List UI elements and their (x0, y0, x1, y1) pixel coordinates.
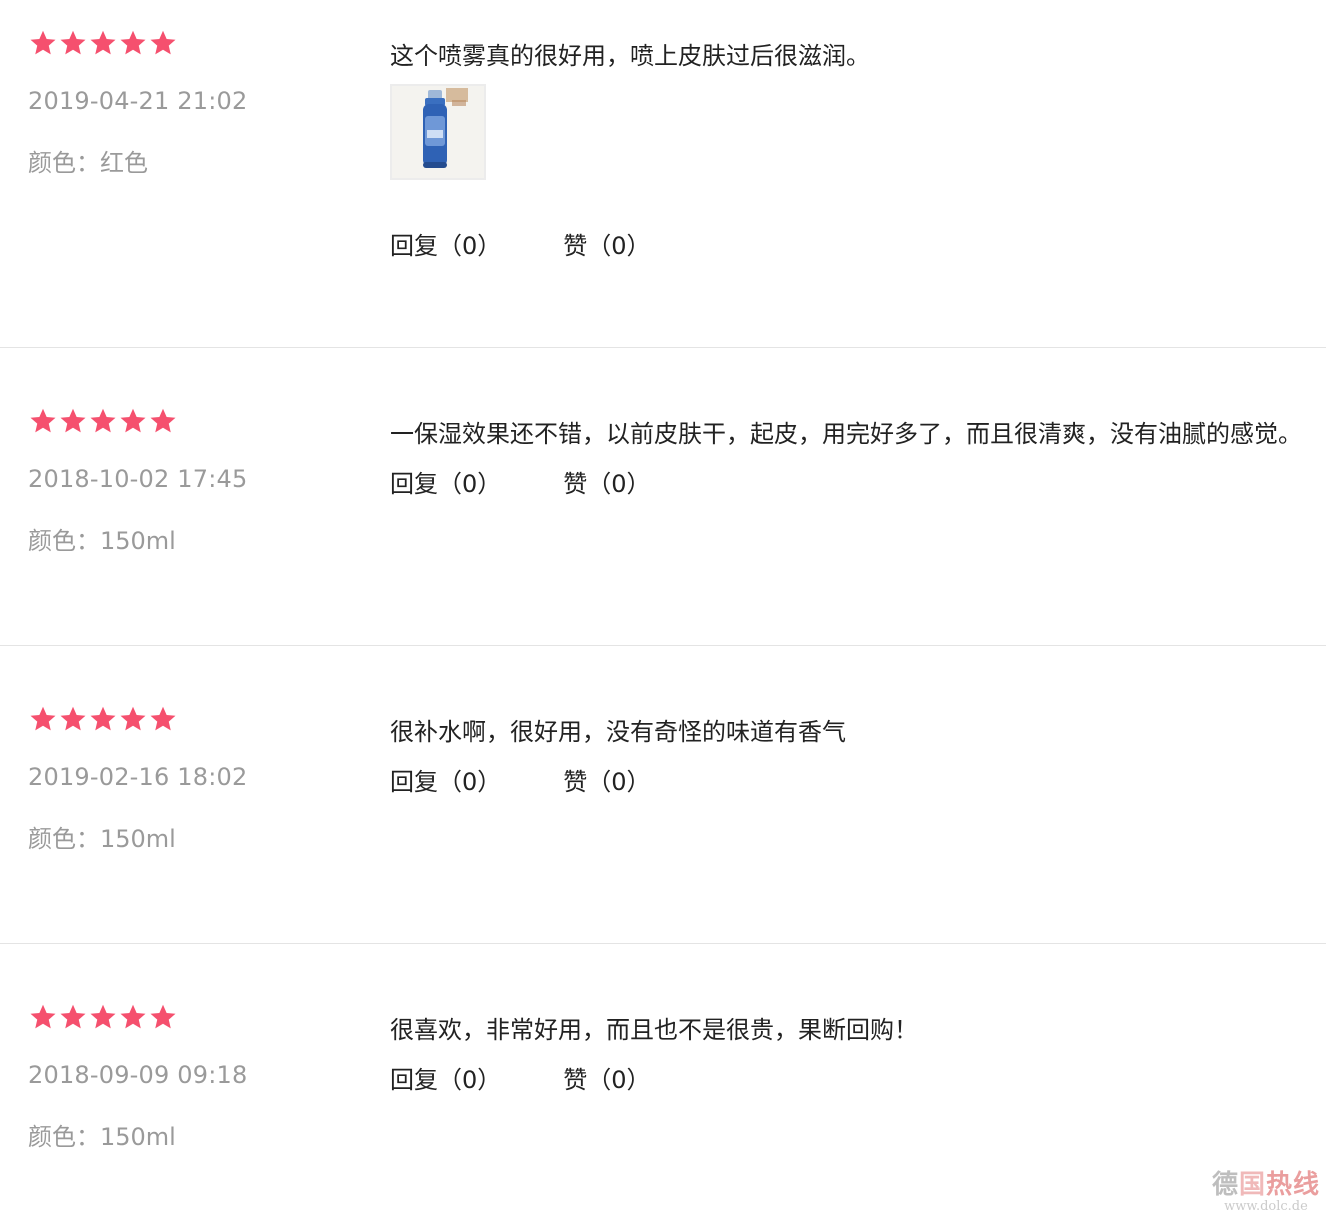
star-icon (150, 30, 176, 55)
review-spec: 颜色：150ml (28, 527, 176, 555)
review-actions: 回复（0） 赞（0） (390, 226, 651, 261)
like-button[interactable]: 赞（0） (563, 464, 650, 499)
star-icon (150, 706, 176, 731)
star-icon (30, 408, 56, 433)
star-rating (28, 406, 348, 436)
site-watermark: 德国热线 www.dolc.de (1212, 1170, 1320, 1214)
star-icon (60, 408, 86, 433)
star-rating (28, 28, 348, 58)
review-date: 2019-02-16 18:02 (28, 763, 248, 791)
star-icon (120, 1004, 146, 1029)
reply-button[interactable]: 回复（0） (390, 1060, 501, 1095)
review-actions: 回复（0） 赞（0） (390, 762, 651, 797)
review-spec: 颜色：150ml (28, 825, 176, 853)
star-icon (30, 706, 56, 731)
star-icon (60, 706, 86, 731)
star-icon (30, 30, 56, 55)
review-spec: 颜色：红色 (28, 149, 148, 177)
review-comment: 一保湿效果还不错，以前皮肤干，起皮，用完好多了，而且很清爽，没有油腻的感觉。 (390, 420, 1302, 448)
review-meta: 2019-02-16 18:02 颜色：150ml (28, 704, 348, 853)
review-item: 2018-10-02 17:45 颜色：150ml 一保湿效果还不错，以前皮肤干… (0, 348, 1326, 645)
review-spec: 颜色：150ml (28, 1123, 176, 1151)
review-date: 2018-10-02 17:45 (28, 465, 248, 493)
star-icon (120, 30, 146, 55)
spray-bottle-photo (392, 86, 484, 178)
watermark-url: www.dolc.de (1224, 1199, 1308, 1214)
like-button[interactable]: 赞（0） (563, 226, 650, 261)
star-icon (90, 30, 116, 55)
like-button[interactable]: 赞（0） (563, 762, 650, 797)
reply-button[interactable]: 回复（0） (390, 464, 501, 499)
star-icon (150, 1004, 176, 1029)
reply-button[interactable]: 回复（0） (390, 762, 501, 797)
review-actions: 回复（0） 赞（0） (390, 1060, 651, 1095)
review-photo-thumbnail[interactable] (390, 84, 486, 180)
review-list: 2019-04-21 21:02 颜色：红色 这个喷雾真的很好用，喷上皮肤过后很… (0, 0, 1326, 1218)
review-meta: 2018-09-09 09:18 颜色：150ml (28, 1002, 348, 1151)
star-icon (30, 1004, 56, 1029)
review-comment: 很补水啊，很好用，没有奇怪的味道有香气 (390, 718, 846, 746)
review-date: 2018-09-09 09:18 (28, 1061, 248, 1089)
review-item: 2019-04-21 21:02 颜色：红色 这个喷雾真的很好用，喷上皮肤过后很… (0, 0, 1326, 347)
star-icon (90, 1004, 116, 1029)
review-comment: 这个喷雾真的很好用，喷上皮肤过后很滋润。 (390, 42, 870, 70)
star-icon (60, 30, 86, 55)
watermark-title: 德国热线 (1211, 1170, 1320, 1200)
review-item: 2019-02-16 18:02 颜色：150ml 很补水啊，很好用，没有奇怪的… (0, 646, 1326, 943)
star-icon (60, 1004, 86, 1029)
star-rating (28, 1002, 348, 1032)
star-icon (120, 706, 146, 731)
review-item: 2018-09-09 09:18 颜色：150ml 很喜欢，非常好用，而且也不是… (0, 944, 1326, 1218)
star-icon (120, 408, 146, 433)
star-icon (90, 408, 116, 433)
review-date: 2019-04-21 21:02 (28, 87, 248, 115)
star-icon (90, 706, 116, 731)
reply-button[interactable]: 回复（0） (390, 226, 501, 261)
star-icon (150, 408, 176, 433)
review-actions: 回复（0） 赞（0） (390, 464, 651, 499)
star-rating (28, 704, 348, 734)
like-button[interactable]: 赞（0） (563, 1060, 650, 1095)
review-meta: 2019-04-21 21:02 颜色：红色 (28, 28, 348, 177)
review-meta: 2018-10-02 17:45 颜色：150ml (28, 406, 348, 555)
review-comment: 很喜欢，非常好用，而且也不是很贵，果断回购！ (390, 1016, 918, 1044)
